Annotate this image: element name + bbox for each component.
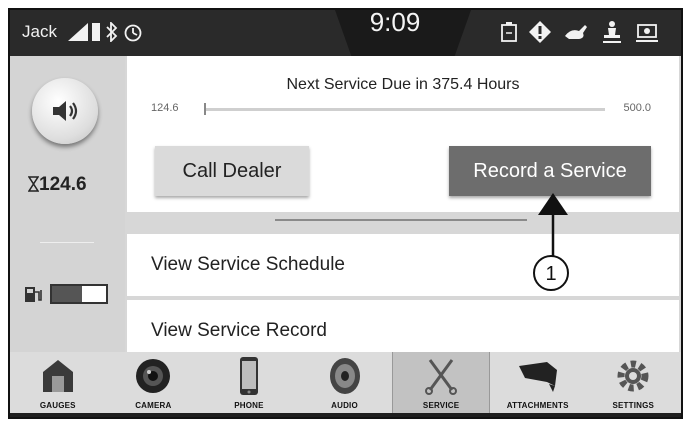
service-progress-bar <box>205 108 605 111</box>
left-panel: 124.6 <box>10 56 125 352</box>
speaker-icon <box>53 101 78 121</box>
signal-icon <box>68 23 88 41</box>
call-dealer-button[interactable]: Call Dealer <box>155 146 309 196</box>
hourglass-icon <box>28 176 39 192</box>
nav-attachments-label: ATTACHMENTS <box>506 401 569 410</box>
callout-number: 1 <box>545 263 557 285</box>
engine-hours-value: 124.6 <box>39 174 87 195</box>
user-name: Jack <box>22 22 57 41</box>
camera-icon <box>136 359 171 393</box>
volume-button[interactable] <box>32 78 98 144</box>
settings-icon <box>617 360 649 392</box>
nav-phone[interactable]: PHONE <box>201 352 297 413</box>
service-card: Next Service Due in 375.4 Hours 124.6 50… <box>127 56 679 212</box>
next-service-title: Next Service Due in 375.4 Hours <box>286 76 520 93</box>
bottom-nav: GAUGES CAMERA PHONE AUDIO SERVICE ATTACH… <box>10 352 681 413</box>
nav-camera-label: CAMERA <box>135 401 172 410</box>
nav-attachments[interactable]: ATTACHMENTS <box>490 352 586 413</box>
battery-icon <box>92 23 100 41</box>
gauges-icon <box>42 360 73 392</box>
nav-settings[interactable]: SETTINGS <box>585 352 681 413</box>
bluetooth-icon <box>106 22 118 42</box>
battery-warning-icon <box>501 22 517 42</box>
nav-service-label: SERVICE <box>422 401 460 410</box>
seatbelt-icon <box>636 24 658 42</box>
service-panel: Next Service Due in 375.4 Hours 124.6 50… <box>125 56 681 352</box>
clock: 9:09 <box>369 7 421 37</box>
nav-phone-label: PHONE <box>234 401 264 410</box>
nav-audio[interactable]: AUDIO <box>297 352 393 413</box>
progress-marker <box>204 103 206 115</box>
view-service-record-label: View Service Record <box>151 320 328 341</box>
section-divider <box>275 219 527 221</box>
range-min-label: 124.6 <box>151 102 179 114</box>
nav-settings-label: SETTINGS <box>612 401 655 410</box>
left-divider <box>40 242 94 243</box>
fuel-level <box>52 286 82 302</box>
view-service-schedule-item[interactable]: View Service Schedule <box>127 234 679 296</box>
warning-diamond-icon <box>529 21 551 43</box>
nav-audio-label: AUDIO <box>331 401 358 410</box>
nav-service[interactable]: SERVICE <box>392 352 490 413</box>
view-service-schedule-label: View Service Schedule <box>151 254 345 275</box>
audio-icon <box>329 358 360 394</box>
phone-icon <box>239 357 258 395</box>
nav-camera[interactable]: CAMERA <box>106 352 202 413</box>
nav-gauges-label: GAUGES <box>39 401 76 410</box>
service-icon <box>425 359 458 395</box>
record-service-button[interactable]: Record a Service <box>449 146 651 196</box>
fuel-gauge <box>50 284 108 304</box>
operator-seat-icon <box>603 21 621 43</box>
engine-hours-readout: 124.6 <box>28 174 87 196</box>
view-service-record-item[interactable]: View Service Record <box>127 300 679 352</box>
nav-gauges[interactable]: GAUGES <box>10 352 106 413</box>
rabbit-speed-icon <box>565 25 587 39</box>
range-max-label: 500.0 <box>623 102 651 114</box>
attachments-icon <box>518 362 557 392</box>
timer-icon <box>124 24 142 42</box>
fuel-pump-icon <box>25 287 42 302</box>
